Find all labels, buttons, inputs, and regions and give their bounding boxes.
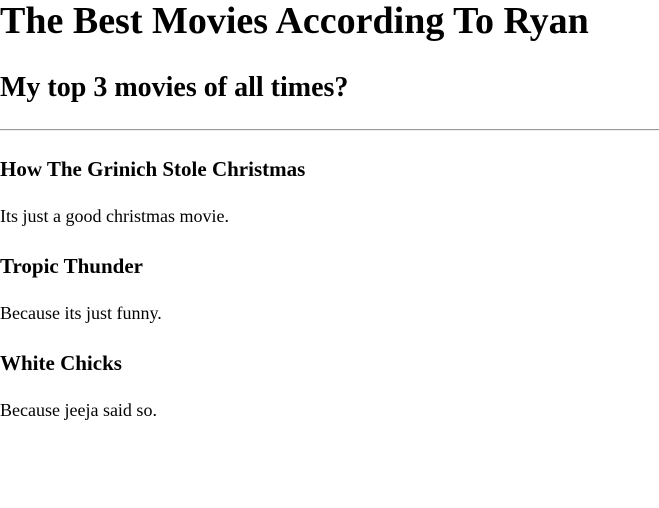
movie-item: White Chicks Because jeeja said so. (0, 351, 659, 448)
movie-list: How The Grinich Stole Christmas Its just… (0, 157, 659, 448)
movie-item: Tropic Thunder Because its just funny. (0, 254, 659, 351)
movie-reason: Because its just funny. (0, 303, 162, 323)
movie-title: Tropic Thunder (0, 254, 143, 278)
page-subtitle: My top 3 movies of all times? (0, 72, 349, 103)
movie-reason: Because jeeja said so. (0, 400, 157, 420)
divider (0, 129, 659, 131)
movie-title: How The Grinich Stole Christmas (0, 157, 306, 181)
movie-item: How The Grinich Stole Christmas Its just… (0, 157, 659, 254)
movie-title: White Chicks (0, 351, 122, 375)
movie-reason: Its just a good christmas movie. (0, 206, 229, 226)
page-title: The Best Movies According To Ryan (0, 0, 589, 42)
